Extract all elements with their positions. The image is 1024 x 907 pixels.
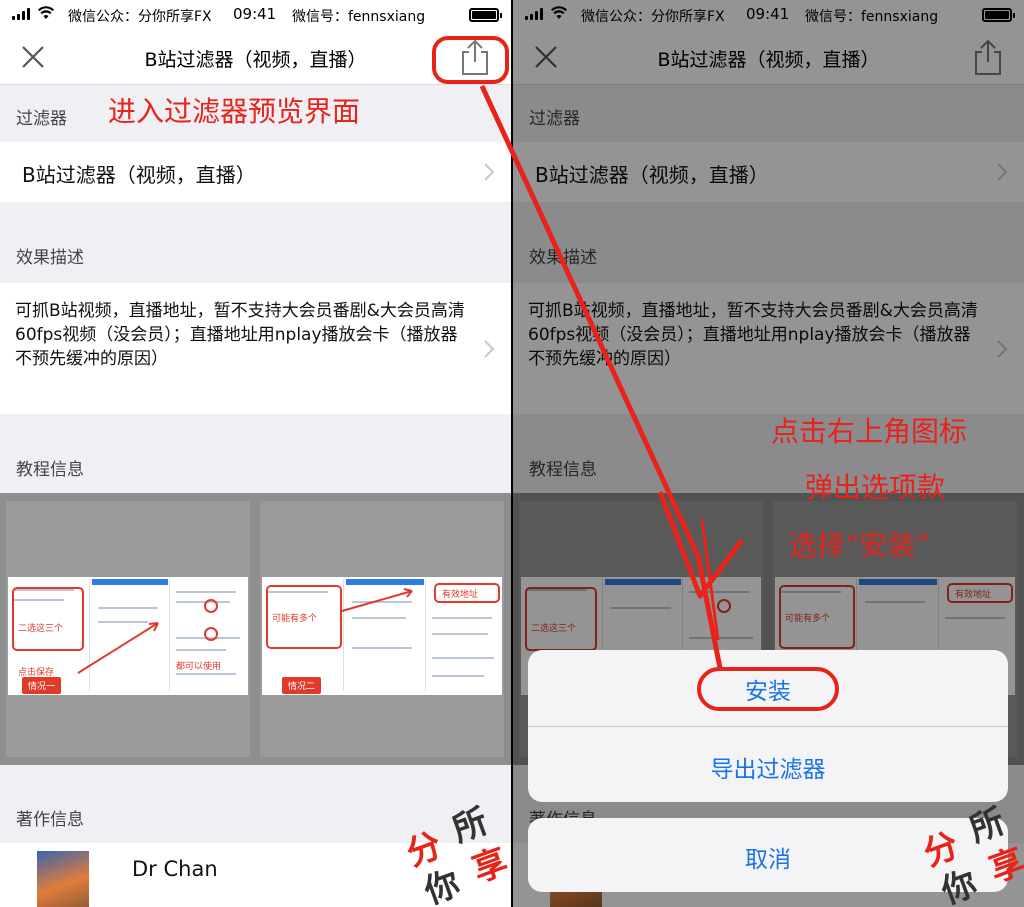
battery-icon (469, 8, 502, 22)
annotation-popup: 弹出选项款 (805, 471, 946, 504)
annotation-tap-icon: 点击右上角图标 (771, 415, 968, 448)
annotation-install-highlight (697, 667, 839, 711)
tutorial-thumbnail[interactable]: 二选这三个 点击保存 都可以使用 情况一 (6, 501, 250, 757)
annotation-enter-preview: 进入过滤器预览界面 (108, 95, 361, 128)
section-header-desc: 效果描述 (16, 248, 84, 268)
tutorial-gallery[interactable]: 二选这三个 点击保存 都可以使用 情况一 可能有多个 有效地址 情况二 (0, 493, 511, 765)
thumb-tag: 情况二 (282, 677, 322, 694)
filter-name-cell[interactable]: B站过滤器（视频，直播） (0, 142, 511, 202)
export-filter-button[interactable]: 导出过滤器 (528, 750, 1008, 784)
action-sheet-cancel: 取消 (528, 818, 1008, 892)
sheet-separator (528, 726, 1008, 727)
tutorial-thumbnail[interactable]: 可能有多个 有效地址 情况二 (260, 501, 504, 757)
filter-name: B站过滤器（视频，直播） (22, 163, 256, 187)
thumb-tag: 情况一 (22, 677, 62, 694)
author-cell[interactable]: Dr Chan (0, 843, 511, 907)
tutorial-screenshot: 二选这三个 点击保存 都可以使用 情况一 (8, 577, 248, 695)
wifi-icon (38, 6, 54, 19)
signal-icon (12, 8, 30, 20)
author-avatar (37, 851, 89, 907)
status-bar: 微信公众：分你所享FX 09:41 微信号：fennsxiang (0, 0, 511, 30)
clock: 09:41 (233, 5, 277, 23)
description-text: 可抓B站视频，直播地址，暂不支持大会员番剧&大会员高清60fps视频（没会员）；… (15, 301, 465, 369)
phone-screen-right: 微信公众：分你所享FX 09:41 微信号：fennsxiang B站过滤器（视… (513, 0, 1024, 907)
chevron-right-icon (484, 163, 495, 181)
phone-screen-left: 微信公众：分你所享FX 09:41 微信号：fennsxiang B站过滤器（视… (0, 0, 511, 907)
tutorial-screenshot: 可能有多个 有效地址 情况二 (262, 577, 502, 695)
description-cell[interactable]: 可抓B站视频，直播地址，暂不支持大会员番剧&大会员高清60fps视频（没会员）；… (0, 283, 511, 414)
annotation-select-install: 选择“安装” (789, 529, 930, 562)
annotation-share-highlight (432, 36, 509, 84)
section-header-author: 著作信息 (16, 810, 84, 830)
author-name: Dr Chan (132, 857, 218, 881)
wechat-id-text: 微信号：fennsxiang (292, 9, 426, 25)
carrier-text: 微信公众：分你所享FX (68, 9, 212, 25)
chevron-right-icon (484, 340, 495, 358)
section-header-tutorial: 教程信息 (16, 460, 84, 480)
cancel-button[interactable]: 取消 (528, 840, 1008, 874)
